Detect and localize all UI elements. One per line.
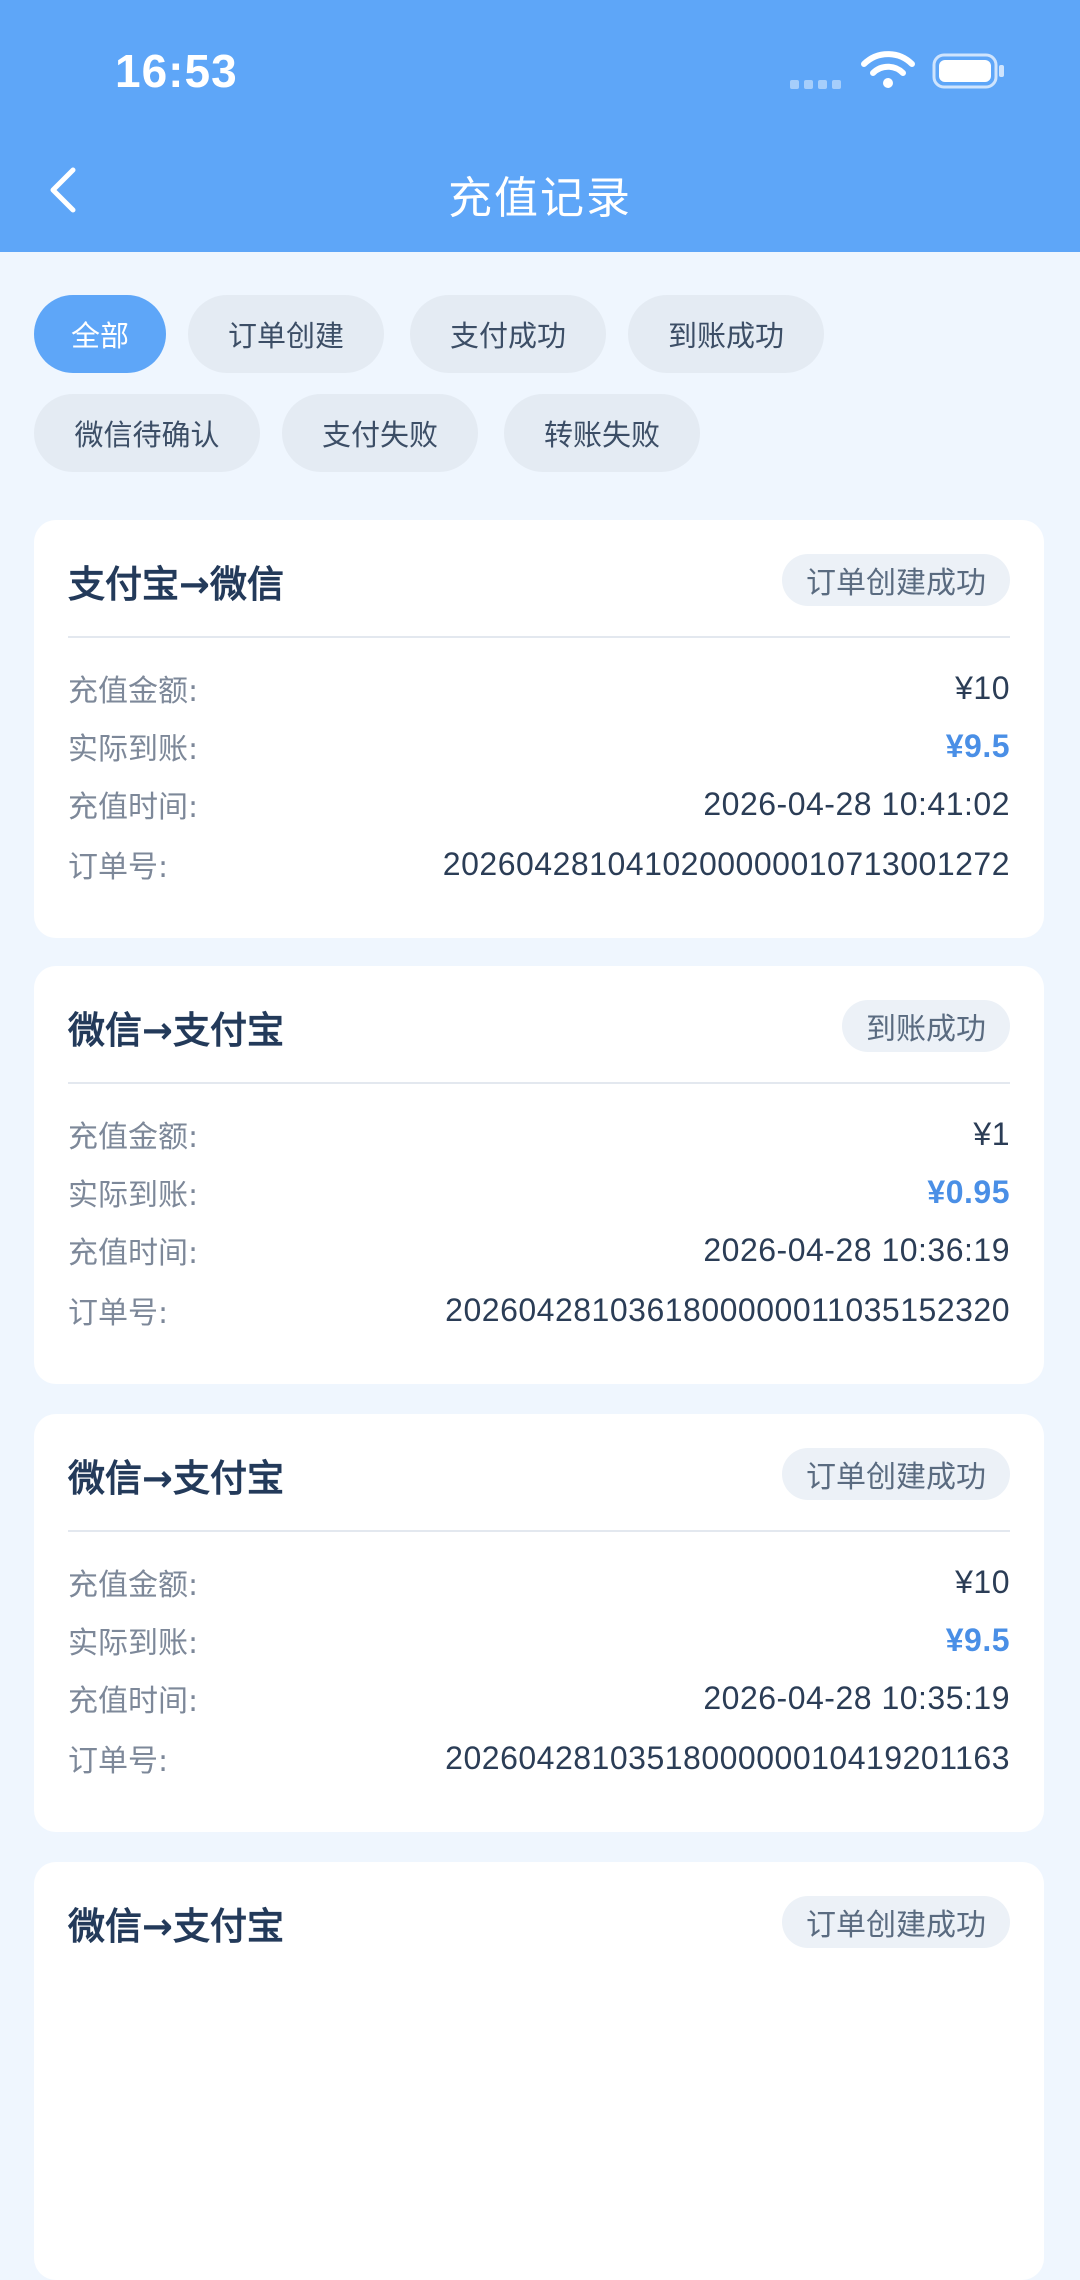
record-title: 支付宝→微信 (68, 563, 285, 606)
filter-chip-transfer-failed[interactable]: 转账失败 (504, 394, 700, 472)
battery-icon (932, 53, 1004, 89)
page-title: 充值记录 (448, 173, 632, 224)
record-card[interactable]: 支付宝→微信 订单创建成功 充值金额: ¥10 实际到账: ¥9.5 充值时间:… (34, 520, 1044, 938)
actual-value: ¥9.5 (945, 727, 1010, 764)
order-value: 2026042810351800000010419201163 (445, 1739, 1010, 1776)
time-row: 充值时间: 2026-04-28 10:35:19 (68, 1674, 1010, 1722)
cellular-signal-icon (790, 80, 841, 89)
amount-value: ¥10 (955, 669, 1010, 706)
time-value: 2026-04-28 10:36:19 (703, 1231, 1010, 1268)
order-value: 2026042810361800000011035152320 (445, 1291, 1010, 1328)
record-title: 微信→支付宝 (68, 1009, 285, 1052)
status-badge: 订单创建成功 (782, 1448, 1010, 1500)
time-row: 充值时间: 2026-04-28 10:36:19 (68, 1226, 1010, 1274)
order-value: 2026042810410200000010713001272 (442, 845, 1010, 882)
app-header: 16:53 充值记录 (0, 0, 1080, 252)
record-card[interactable]: 微信→支付宝 到账成功 充值金额: ¥1 实际到账: ¥0.95 充值时间: 2… (34, 966, 1044, 1384)
status-badge: 订单创建成功 (782, 554, 1010, 606)
divider (68, 1530, 1010, 1532)
amount-label: 充值金额: (68, 1568, 199, 1603)
order-row: 订单号: 2026042810410200000010713001272 (68, 840, 1010, 888)
divider (68, 1082, 1010, 1084)
time-label: 充值时间: (68, 1236, 199, 1271)
record-card[interactable]: 微信→支付宝 订单创建成功 (34, 1862, 1044, 2280)
order-label: 订单号: (68, 1296, 169, 1331)
order-row: 订单号: 2026042810351800000010419201163 (68, 1734, 1010, 1782)
actual-row: 实际到账: ¥9.5 (68, 1616, 1010, 1664)
amount-label: 充值金额: (68, 674, 199, 709)
actual-label: 实际到账: (68, 732, 199, 767)
filter-chip-wechat-pending[interactable]: 微信待确认 (34, 394, 260, 472)
actual-label: 实际到账: (68, 1178, 199, 1213)
order-label: 订单号: (68, 1744, 169, 1779)
order-row: 订单号: 2026042810361800000011035152320 (68, 1286, 1010, 1334)
time-label: 充值时间: (68, 790, 199, 825)
actual-value: ¥9.5 (945, 1621, 1010, 1658)
wifi-icon (861, 51, 915, 88)
divider (68, 636, 1010, 638)
filter-chip-payment-failed[interactable]: 支付失败 (282, 394, 478, 472)
record-title: 微信→支付宝 (68, 1905, 285, 1948)
actual-row: 实际到账: ¥9.5 (68, 722, 1010, 770)
filter-chip-all[interactable]: 全部 (34, 295, 166, 373)
amount-row: 充值金额: ¥10 (68, 1558, 1010, 1606)
order-label: 订单号: (68, 850, 169, 885)
amount-label: 充值金额: (68, 1120, 199, 1155)
actual-label: 实际到账: (68, 1626, 199, 1661)
actual-value: ¥0.95 (927, 1173, 1010, 1210)
time-row: 充值时间: 2026-04-28 10:41:02 (68, 780, 1010, 828)
status-badge: 订单创建成功 (782, 1896, 1010, 1948)
amount-row: 充值金额: ¥1 (68, 1110, 1010, 1158)
status-time: 16:53 (115, 45, 238, 97)
filter-chip-payment-success[interactable]: 支付成功 (410, 295, 606, 373)
filter-chip-arrival-success[interactable]: 到账成功 (628, 295, 824, 373)
time-label: 充值时间: (68, 1684, 199, 1719)
record-card[interactable]: 微信→支付宝 订单创建成功 充值金额: ¥10 实际到账: ¥9.5 充值时间:… (34, 1414, 1044, 1832)
filter-chip-order-created[interactable]: 订单创建 (188, 295, 384, 373)
time-value: 2026-04-28 10:35:19 (703, 1679, 1010, 1716)
amount-row: 充值金额: ¥10 (68, 664, 1010, 712)
record-title: 微信→支付宝 (68, 1457, 285, 1500)
status-badge: 到账成功 (842, 1000, 1010, 1052)
amount-value: ¥1 (973, 1115, 1010, 1152)
actual-row: 实际到账: ¥0.95 (68, 1168, 1010, 1216)
time-value: 2026-04-28 10:41:02 (703, 785, 1010, 822)
amount-value: ¥10 (955, 1563, 1010, 1600)
